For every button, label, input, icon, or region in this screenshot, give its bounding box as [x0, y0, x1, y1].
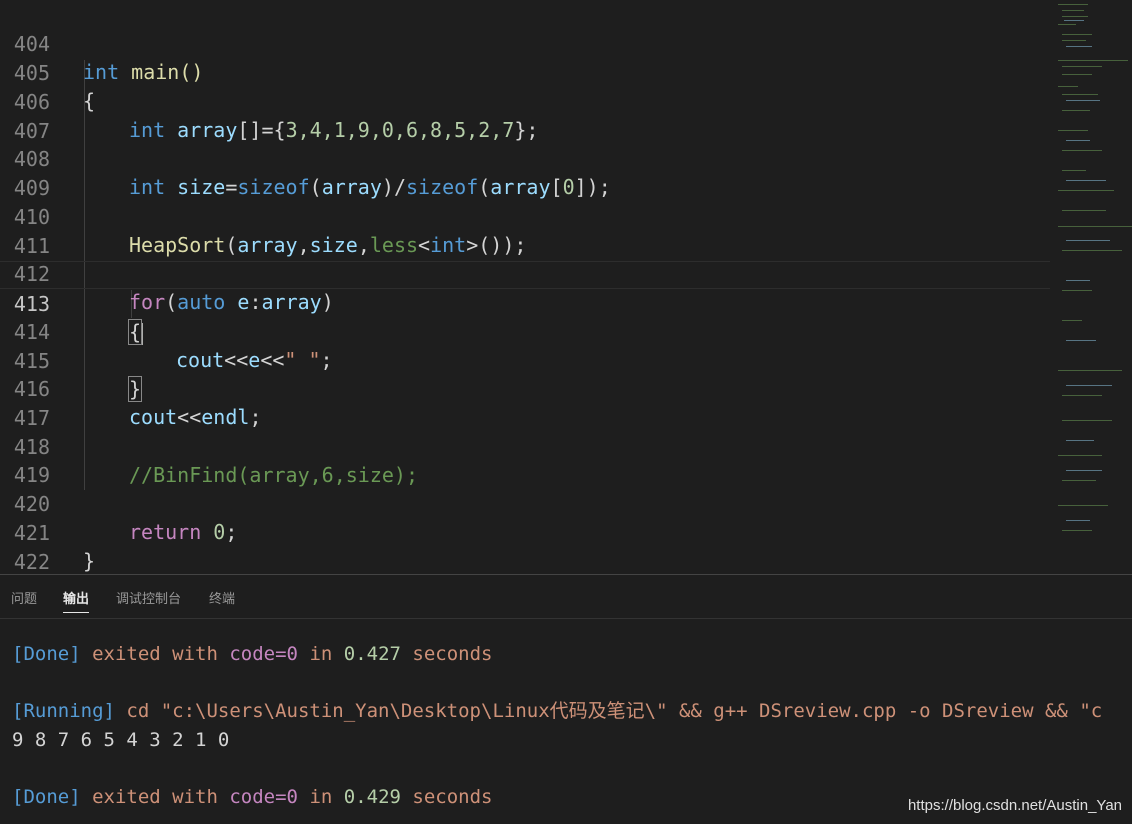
- code-line: 421 }: [0, 491, 1050, 573]
- code-line: 405 {: [0, 31, 1050, 113]
- code-line: 404 int main(): [0, 2, 1050, 84]
- line-content: }: [83, 549, 96, 573]
- code-line: 422: [0, 520, 1050, 574]
- bottom-panel: 问题 输出 调试控制台 终端 [Done] exited with code=0…: [0, 574, 1132, 824]
- code-line: 420 return 0;: [0, 462, 1050, 544]
- output-line: [Running] cd "c:\Users\Austin_Yan\Deskto…: [12, 700, 1103, 722]
- code-line: 409: [0, 146, 1050, 200]
- code-line: 415 }: [0, 319, 1050, 402]
- tab-terminal[interactable]: 终端: [209, 588, 235, 612]
- code-line: 416 cout<<endl;: [0, 347, 1050, 429]
- program-output: 9 8 7 6 5 4 3 2 1 0: [12, 729, 230, 751]
- code-line: 410 HeapSort(array,size,less<int>());: [0, 175, 1050, 257]
- code-line: 411: [0, 204, 1050, 258]
- code-line: 408 int size=sizeof(array)/sizeof(array[…: [0, 117, 1050, 199]
- output-line: [Done] exited with code=0 in 0.427 secon…: [12, 643, 493, 665]
- panel-tabs: 问题 输出 调试控制台 终端: [0, 575, 1132, 619]
- watermark: https://blog.csdn.net/Austin_Yan: [907, 797, 1122, 814]
- code-line: 414 cout<<e<<" ";: [0, 290, 1050, 372]
- code-line: 418 //BinFind(array,6,size);: [0, 405, 1050, 487]
- line-number: 422: [13, 550, 50, 574]
- code-line: 412 for(auto e:array): [0, 232, 1050, 314]
- code-line: 407: [0, 89, 1050, 143]
- minimap-graphic: [1058, 4, 1132, 531]
- tab-debug-console[interactable]: 调试控制台: [116, 588, 181, 612]
- code-editor[interactable]: 404 int main() 405 { 406 int array[]={3,…: [0, 0, 1132, 574]
- code-line: 419: [0, 433, 1050, 487]
- output-line: [Done] exited with code=0 in 0.429 secon…: [12, 786, 493, 808]
- tab-output[interactable]: 输出: [63, 588, 90, 613]
- code-line-current[interactable]: 413 {: [0, 261, 1050, 345]
- tab-problems[interactable]: 问题: [11, 588, 37, 612]
- minimap[interactable]: [1048, 0, 1132, 560]
- code-line: 417: [0, 376, 1050, 430]
- code-line: 406 int array[]={3,4,1,9,0,6,8,5,2,7};: [0, 60, 1050, 142]
